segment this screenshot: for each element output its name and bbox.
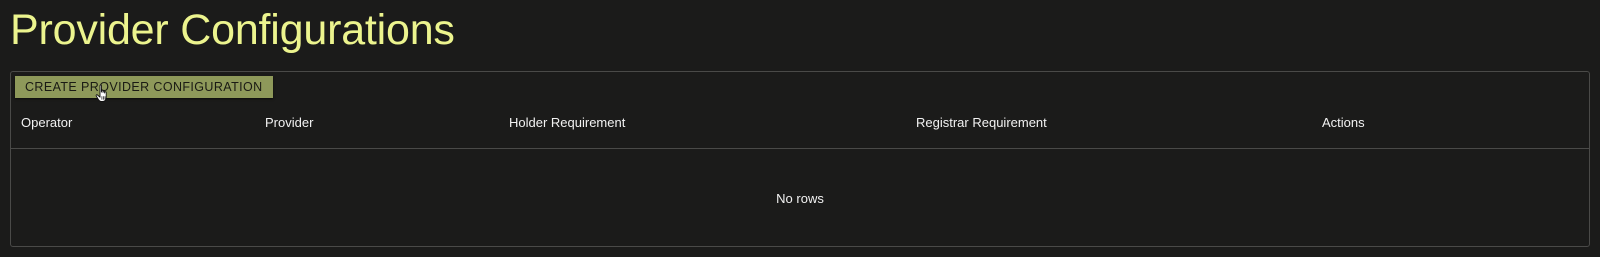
hand-pointer-icon [95,84,107,102]
create-provider-configuration-button[interactable]: CREATE PROVIDER CONFIGURATION [15,76,273,98]
no-rows-message: No rows [776,190,824,206]
page-title: Provider Configurations [10,6,455,54]
column-header-holder-requirement[interactable]: Holder Requirement [509,110,625,148]
column-header-operator[interactable]: Operator [21,110,72,148]
no-rows-overlay: No rows [11,149,1589,247]
column-header-provider[interactable]: Provider [265,110,313,148]
column-header-registrar-requirement[interactable]: Registrar Requirement [916,110,1047,148]
column-header-actions[interactable]: Actions [1322,110,1365,148]
provider-configurations-grid: CREATE PROVIDER CONFIGURATION Operator P… [10,71,1590,247]
grid-toolbar: CREATE PROVIDER CONFIGURATION [15,76,273,98]
table-header-row: Operator Provider Holder Requirement Reg… [11,110,1589,149]
